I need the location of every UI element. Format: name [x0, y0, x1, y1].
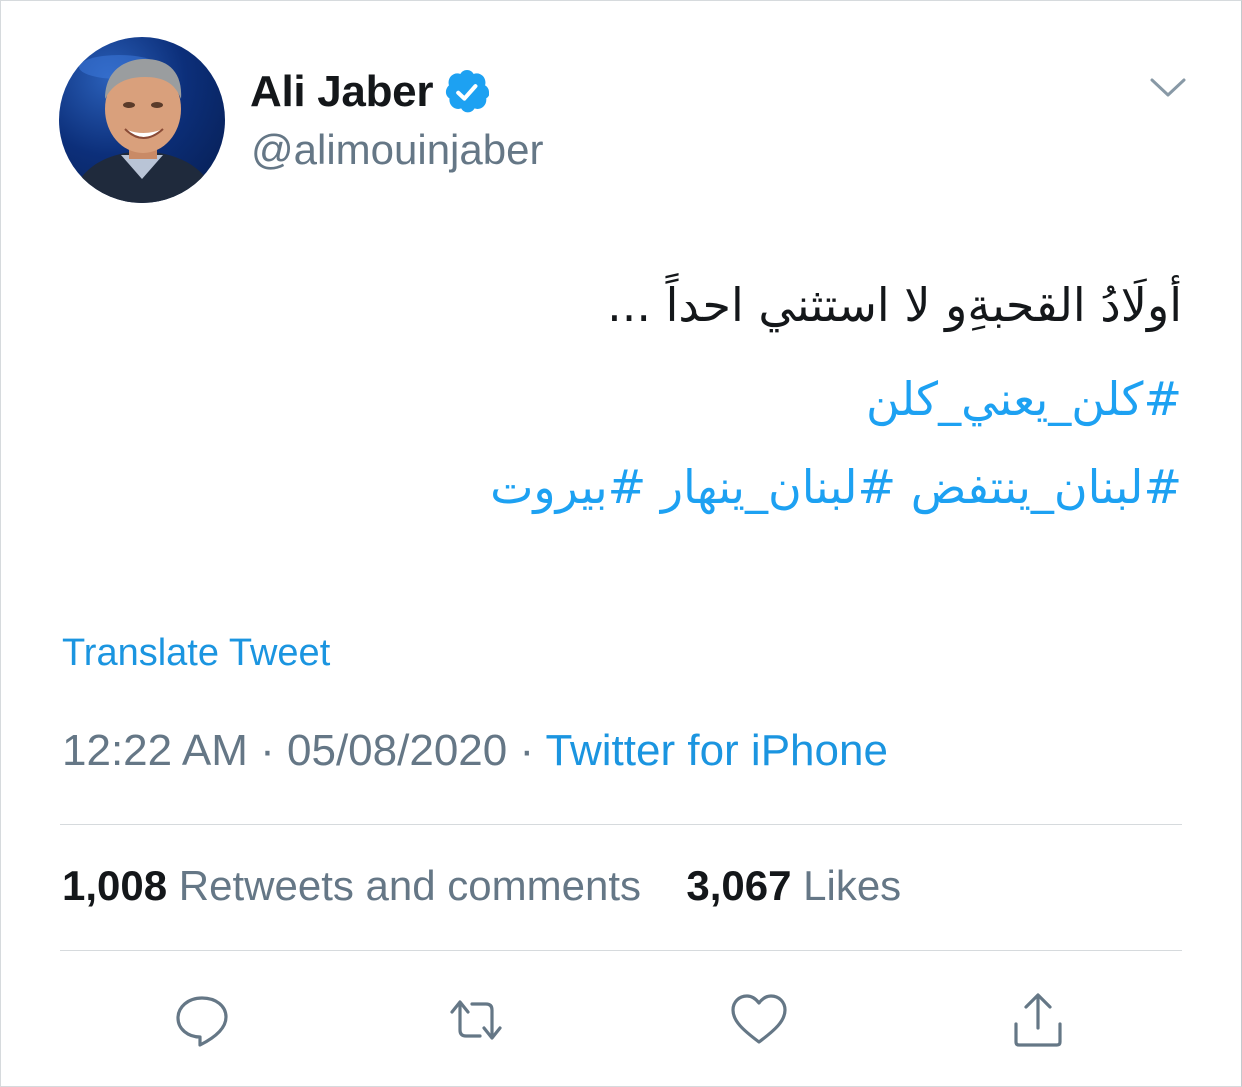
divider: [60, 950, 1182, 951]
likes-label: Likes: [803, 862, 902, 909]
retweet-icon[interactable]: [446, 990, 506, 1050]
hashtag-link[interactable]: #لبنان_ينتفض: [911, 460, 1182, 514]
hashtag-link[interactable]: #بيروت: [490, 460, 646, 514]
heart-icon[interactable]: [729, 990, 789, 1050]
author-name-row[interactable]: Ali Jaber: [250, 64, 490, 120]
avatar[interactable]: [59, 37, 225, 203]
divider: [60, 824, 1182, 825]
hashtag-line: #كلن_يعني_كلن: [182, 364, 1182, 434]
share-icon[interactable]: [1008, 990, 1068, 1050]
retweets-count: 1,008: [62, 862, 168, 909]
meta-separator: ·: [507, 726, 546, 775]
hashtag-link[interactable]: #لبنان_ينهار: [661, 460, 896, 514]
chevron-down-icon[interactable]: [1148, 74, 1188, 102]
retweets-label: Retweets and comments: [178, 862, 641, 909]
tweet-line: أولَادُ القحبةِو لا استثني احداً ...: [607, 278, 1182, 332]
verified-badge-icon: [445, 70, 490, 114]
author-name[interactable]: Ali Jaber: [250, 67, 433, 117]
tweet-text: أولَادُ القحبةِو لا استثني احداً ... #كل…: [182, 270, 1182, 522]
tweet-date: 05/08/2020: [287, 726, 508, 775]
tweet-meta: 12:22 AM · 05/08/2020 · Twitter for iPho…: [62, 726, 888, 776]
likes-stat[interactable]: 3,067 Likes: [686, 862, 901, 909]
tweet-stats: 1,008 Retweets and comments 3,067 Likes: [62, 862, 901, 910]
action-bar: [0, 990, 1242, 1050]
retweets-stat[interactable]: 1,008 Retweets and comments: [62, 862, 641, 909]
tweet-source-link[interactable]: Twitter for iPhone: [546, 726, 888, 775]
tweet-time: 12:22 AM: [62, 726, 248, 775]
likes-count: 3,067: [686, 862, 792, 909]
author-handle[interactable]: @alimouinjaber: [251, 126, 543, 174]
reply-icon[interactable]: [172, 990, 232, 1050]
translate-tweet-link[interactable]: Translate Tweet: [62, 632, 330, 675]
hashtag-line: #لبنان_ينتفض #لبنان_ينهار #بيروت: [182, 452, 1182, 522]
meta-separator: ·: [247, 726, 288, 775]
hashtag-link[interactable]: #كلن_يعني_كلن: [866, 372, 1182, 426]
